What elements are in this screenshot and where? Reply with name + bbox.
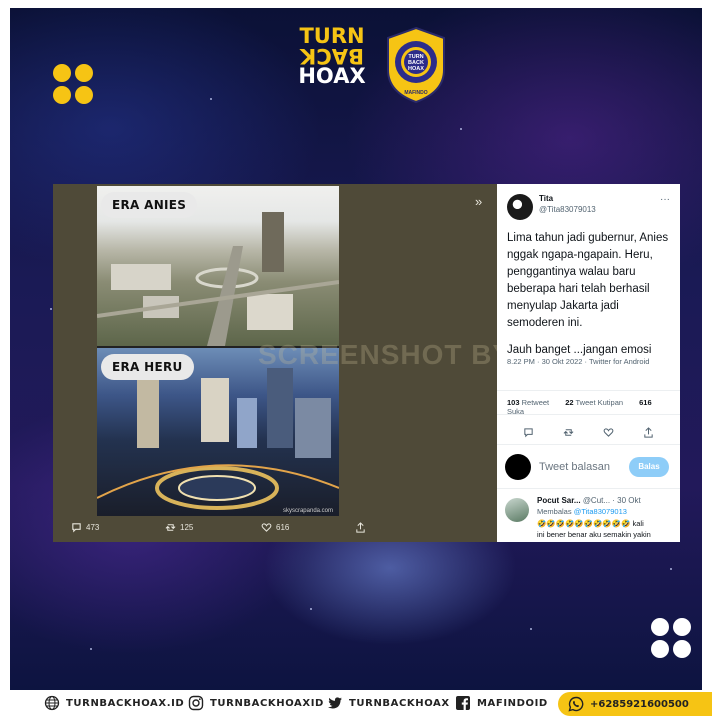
- expand-icon[interactable]: »: [475, 194, 482, 209]
- comment-icon: [72, 523, 81, 533]
- divider: [497, 488, 680, 489]
- reply-action[interactable]: 473: [71, 522, 99, 533]
- avatar[interactable]: [507, 194, 533, 220]
- reply-author[interactable]: Pocut Sar... @Cut... · 30 Okt: [537, 496, 641, 505]
- avatar[interactable]: [505, 498, 529, 522]
- share-icon[interactable]: [643, 425, 654, 443]
- twitter-bird-icon: [328, 697, 342, 709]
- reply-text: 🤣🤣🤣🤣🤣🤣🤣🤣🤣🤣 kali ini bener benar aku sema…: [537, 519, 651, 539]
- svg-text:MAFINDO: MAFINDO: [404, 90, 427, 96]
- tweet-author-name[interactable]: Tita: [539, 194, 553, 203]
- share-action[interactable]: [355, 522, 366, 533]
- like-action[interactable]: 616: [261, 522, 289, 533]
- footer-facebook[interactable]: MAFINDOID: [455, 695, 548, 711]
- heart-icon[interactable]: [603, 425, 614, 443]
- decorative-dots-icon: [53, 64, 95, 106]
- media-action-bar: 473 125 616: [53, 518, 493, 540]
- logo-wordmark: TURN BACK HOAX: [298, 24, 366, 88]
- era-anies-label: ERA ANIES: [101, 192, 198, 218]
- reply-icon[interactable]: [523, 425, 534, 443]
- screenshot-watermark: SCREENSHOT BY: [258, 339, 513, 370]
- divider: [497, 390, 680, 391]
- divider: [497, 414, 680, 415]
- era-heru-photo: ERA HERU skyscrapanda.com: [97, 348, 339, 516]
- era-heru-label: ERA HERU: [101, 354, 194, 380]
- footer-instagram[interactable]: TURNBACKHOAXID: [188, 695, 324, 711]
- svg-text:HOAX: HOAX: [408, 66, 424, 72]
- era-anies-photo: ERA ANIES: [97, 186, 339, 346]
- retweet-action[interactable]: 125: [165, 522, 193, 533]
- divider: [497, 444, 680, 445]
- whatsapp-icon: [568, 696, 584, 712]
- tweet-panel: Tita @Tita83079013 ··· Lima tahun jadi g…: [497, 184, 680, 542]
- footer-whatsapp[interactable]: +6285921600500: [558, 692, 712, 716]
- tweet-author-handle[interactable]: @Tita83079013: [539, 205, 596, 214]
- heart-icon: [261, 523, 272, 532]
- tweet-timestamp: 8.22 PM · 30 Okt 2022 · Twitter for Andr…: [507, 357, 650, 366]
- tweet-text: Lima tahun jadi gubernur, Anies nggak ng…: [507, 232, 669, 356]
- retweet-stat[interactable]: 103 Retweet: [507, 398, 556, 407]
- retweet-icon[interactable]: [563, 425, 574, 443]
- quote-stat[interactable]: 22 Tweet Kutipan: [565, 398, 630, 407]
- retweet-icon: [165, 524, 176, 531]
- turnbackhoax-logo: TURN BACK HOAX TURN BACK HOAX MAFINDO: [292, 26, 452, 106]
- replying-to: Membalas @Tita83079013: [537, 507, 627, 516]
- share-icon: [356, 522, 365, 533]
- globe-icon: [44, 695, 60, 711]
- facebook-icon: [456, 696, 470, 710]
- tweet-action-bar: [497, 422, 680, 442]
- avatar: [505, 454, 531, 480]
- footer-twitter[interactable]: TURNBACKHOAX: [327, 695, 450, 711]
- mafindo-badge-icon: TURN BACK HOAX MAFINDO: [387, 26, 445, 104]
- decorative-dots-icon: [651, 618, 693, 660]
- reply-button[interactable]: Balas: [629, 457, 669, 477]
- tweet-screenshot: ERA ANIES ERA HERU skyscrapanda.com » SC…: [53, 184, 680, 542]
- instagram-icon: [188, 695, 204, 711]
- reply-input[interactable]: Tweet balasan: [539, 461, 610, 473]
- footer-website[interactable]: TURNBACKHOAX.ID: [44, 695, 184, 711]
- more-options-icon[interactable]: ···: [660, 194, 670, 205]
- photo-credit: skyscrapanda.com: [282, 508, 333, 514]
- footer-bar: TURNBACKHOAX.ID TURNBACKHOAXID TURNBACKH…: [0, 690, 712, 716]
